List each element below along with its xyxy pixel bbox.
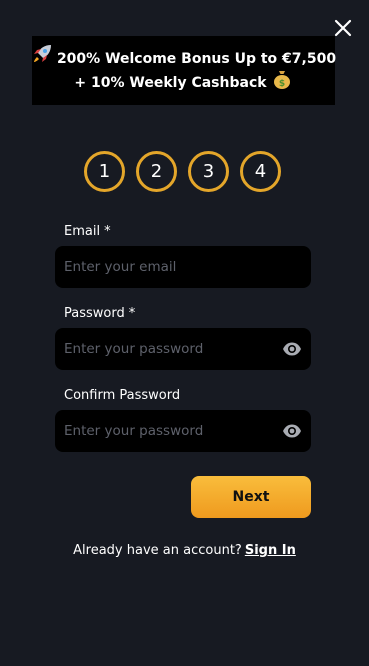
- promo-banner: 200% Welcome Bonus Up to €7,500 + 10% We…: [31, 36, 337, 105]
- password-field-container: [55, 328, 311, 370]
- eye-icon[interactable]: [282, 339, 302, 359]
- step-2[interactable]: 2: [136, 151, 177, 192]
- required-marker: *: [128, 306, 136, 321]
- signin-row: Already have an account? Sign In: [0, 543, 369, 558]
- email-field-container: [55, 246, 311, 288]
- required-marker: *: [104, 224, 111, 239]
- promo-text-1: 200% Welcome Bonus Up to €7,500: [56, 50, 337, 67]
- email-field[interactable]: [55, 246, 311, 288]
- money-bag-icon: $: [271, 68, 293, 90]
- confirm-password-field[interactable]: [55, 410, 282, 452]
- email-label: Email *: [64, 224, 111, 239]
- signin-prompt: Already have an account?: [73, 543, 242, 558]
- promo-text-2: + 10% Weekly Cashback: [74, 74, 267, 91]
- step-indicator: 1 2 3 4: [84, 151, 281, 192]
- password-label: Password *: [64, 306, 135, 321]
- svg-text:$: $: [278, 79, 284, 89]
- step-3[interactable]: 3: [188, 151, 229, 192]
- rocket-icon: [31, 43, 53, 65]
- confirm-password-label: Confirm Password: [64, 388, 180, 403]
- eye-icon[interactable]: [282, 421, 302, 441]
- close-icon[interactable]: [332, 17, 354, 39]
- signup-modal: 200% Welcome Bonus Up to €7,500 + 10% We…: [0, 0, 369, 666]
- confirm-password-label-text: Confirm Password: [64, 388, 181, 403]
- email-label-text: Email: [64, 224, 101, 239]
- confirm-password-field-container: [55, 410, 311, 452]
- step-4[interactable]: 4: [240, 151, 281, 192]
- password-field[interactable]: [55, 328, 282, 370]
- promo-line-2: + 10% Weekly Cashback $: [74, 68, 293, 95]
- next-button[interactable]: Next: [191, 476, 311, 518]
- step-1[interactable]: 1: [84, 151, 125, 192]
- signin-link[interactable]: Sign In: [245, 543, 296, 558]
- password-label-text: Password: [64, 306, 125, 321]
